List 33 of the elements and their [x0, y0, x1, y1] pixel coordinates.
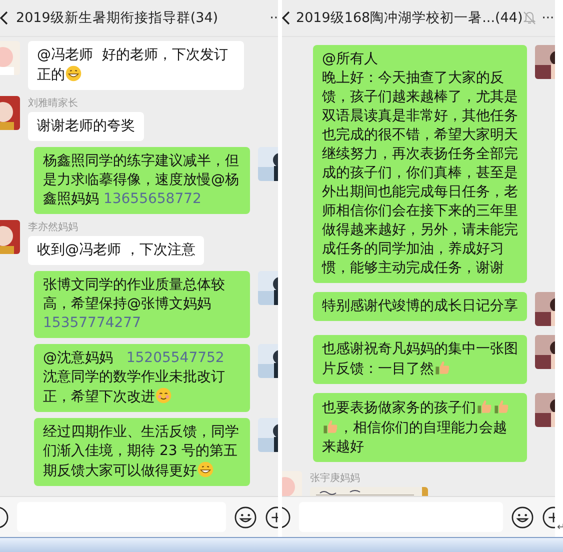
smile-face-icon — [155, 387, 172, 404]
more-menu[interactable]: ·· — [270, 10, 278, 26]
thumbs-up-icon — [476, 398, 493, 415]
message-text: @冯老师 好的老师，下次发订正的 — [37, 46, 229, 85]
message-text: 经过四期作业、生活反馈，同学们渐入佳境，期待 23 号的第五期反馈大家可以做得更好 — [43, 423, 240, 481]
chat-title: 2019级168陶冲湖学校初一暑...(44) — [296, 9, 523, 27]
message-text: 晚上好：今天抽查了大家的反馈，孩子们越来越棒了，尤其是双语晨读真是非常好，其他任务也完成的很不错，希望大家明天继续努力，再次表扬任务全部完成的孩子们，你们真棒，甚至是外出期间也能完成每日任务，老师相信你们会在接下来的三年里做得越来越好，另外，请未能完成任务的同学加油，养成好习惯，能够主动完成任务，谢谢 — [322, 69, 518, 278]
thumbs-up-icon — [322, 418, 339, 435]
message-text: 谢谢老师的夸奖 — [37, 117, 135, 136]
message-text: 收到@冯老师 ，下次注意 — [37, 241, 196, 260]
back-icon[interactable] — [0, 11, 8, 25]
chat-title: 2019级新生暑期衔接指导群(34) — [16, 9, 218, 27]
grin-face-icon — [65, 65, 82, 82]
message-text: 也感谢祝奇凡妈妈的集中一张图片反馈：一目了然 — [322, 340, 518, 379]
thumbs-up-icon — [493, 398, 510, 415]
sender-name: 李亦然妈妈 — [28, 220, 78, 234]
phone-link[interactable]: 13655658772 — [103, 191, 202, 207]
phone-link[interactable]: 15205547752 — [126, 350, 224, 366]
sender-name: 张宇庚妈妈 — [310, 472, 360, 485]
grin-face-icon — [197, 461, 214, 478]
message-text: 杨鑫照同学的练字建议减半，但是力求临摹得像，速度放慢@杨鑫照妈妈 13655658772 — [43, 152, 240, 209]
message-text: 也要表扬做家务的孩子们 ，相信你们的自理能力会越来越好 — [322, 398, 518, 457]
mention-line: @所有人 — [322, 50, 379, 69]
back-icon[interactable] — [282, 11, 290, 25]
thumbs-up-icon — [434, 359, 451, 376]
phone-link[interactable]: 15357774277 — [43, 315, 141, 331]
sender-name: 刘雅晴家长 — [28, 96, 78, 110]
emoji-icon[interactable] — [511, 506, 534, 528]
more-menu[interactable]: ··· — [542, 10, 555, 26]
emoji-icon[interactable] — [234, 506, 257, 528]
message-text: @沈意妈妈 15205547752 沈意同学的数学作业未批改订正，希望下次改进 — [43, 349, 226, 407]
message-text: 特别感谢代竣博的成长日记分享 — [322, 297, 518, 316]
message-text: 张博文同学的作业质量总体较高，希望保持@张博文妈妈 15357774277 — [43, 276, 226, 333]
